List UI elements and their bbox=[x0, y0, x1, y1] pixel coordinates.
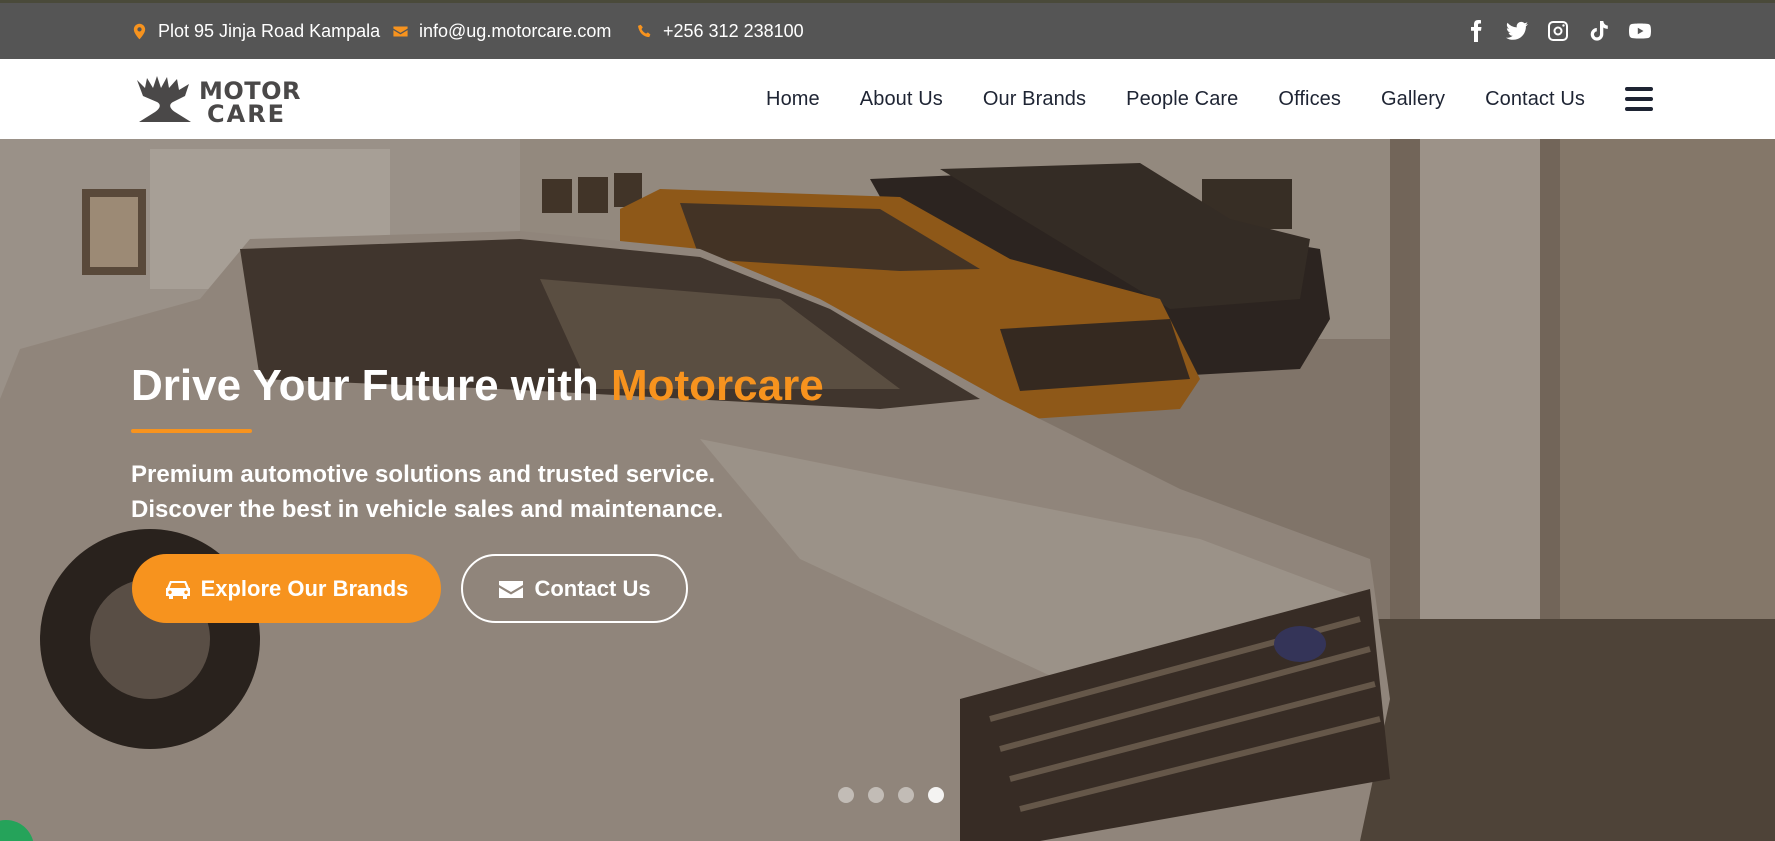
explore-brands-label: Explore Our Brands bbox=[200, 575, 409, 601]
phone-link[interactable]: +256 312 238100 bbox=[663, 21, 804, 42]
nav-about-us[interactable]: About Us bbox=[860, 88, 943, 111]
nav-contact-us[interactable]: Contact Us bbox=[1485, 88, 1585, 111]
nav-home[interactable]: Home bbox=[766, 88, 820, 111]
motorcare-logo[interactable]: MOTOR CARE bbox=[133, 74, 333, 126]
youtube-link[interactable] bbox=[1628, 19, 1652, 43]
slide-dot-3[interactable] bbox=[898, 787, 914, 803]
envelope-icon bbox=[499, 580, 524, 598]
primary-nav: Home About Us Our Brands People Care Off… bbox=[766, 59, 1585, 139]
hero-subtitle: Premium automotive solutions and trusted… bbox=[131, 457, 723, 527]
main-navbar: MOTOR CARE Home About Us Our Brands Peop… bbox=[0, 59, 1775, 139]
hero-title-accent: Motorcare bbox=[610, 361, 824, 410]
hero-slider: Drive Your Future with Motorcare Premium… bbox=[0, 139, 1775, 841]
hero-subtitle-line2: Discover the best in vehicle sales and m… bbox=[131, 496, 724, 523]
car-icon bbox=[165, 580, 190, 599]
title-underline bbox=[131, 429, 252, 433]
top-info-bar: Plot 95 Jinja Road Kampala info@ug.motor… bbox=[0, 0, 1775, 59]
logo-text-care: CARE bbox=[207, 100, 286, 126]
slide-dot-2[interactable] bbox=[868, 787, 884, 803]
social-links bbox=[1464, 3, 1652, 59]
facebook-link[interactable] bbox=[1464, 19, 1488, 43]
phone-info[interactable]: +256 312 238100 bbox=[636, 3, 804, 59]
explore-brands-button[interactable]: Explore Our Brands bbox=[132, 554, 441, 623]
nav-gallery[interactable]: Gallery bbox=[1381, 88, 1445, 111]
hero-title-prefix: Drive Your Future with bbox=[131, 361, 611, 410]
address-text: Plot 95 Jinja Road Kampala bbox=[158, 20, 381, 41]
envelope-icon bbox=[393, 26, 408, 36]
instagram-link[interactable] bbox=[1546, 19, 1570, 43]
instagram-icon bbox=[1548, 21, 1568, 41]
contact-us-label: Contact Us bbox=[534, 575, 651, 601]
slide-dot-1[interactable] bbox=[838, 787, 854, 803]
twitter-icon bbox=[1506, 21, 1528, 40]
youtube-icon bbox=[1629, 23, 1651, 39]
tiktok-link[interactable] bbox=[1587, 19, 1611, 43]
nav-our-brands[interactable]: Our Brands bbox=[983, 88, 1086, 111]
contact-us-button[interactable]: Contact Us bbox=[461, 554, 688, 623]
twitter-link[interactable] bbox=[1505, 19, 1529, 43]
email-link[interactable]: info@ug.motorcare.com bbox=[419, 21, 611, 42]
hero-subtitle-line1: Premium automotive solutions and trusted… bbox=[131, 461, 716, 488]
address-info: Plot 95 Jinja Road Kampala bbox=[131, 3, 380, 59]
tiktok-icon bbox=[1590, 21, 1608, 41]
map-marker-icon bbox=[133, 23, 146, 39]
nav-people-care[interactable]: People Care bbox=[1126, 88, 1238, 111]
facebook-icon bbox=[1471, 20, 1482, 42]
slider-dots bbox=[838, 787, 944, 803]
hamburger-menu-icon[interactable] bbox=[1625, 87, 1653, 111]
email-info[interactable]: info@ug.motorcare.com bbox=[392, 3, 611, 59]
phone-icon bbox=[637, 24, 651, 37]
slide-dot-4[interactable] bbox=[928, 787, 944, 803]
hero-title: Drive Your Future with Motorcare bbox=[131, 361, 824, 411]
nav-offices[interactable]: Offices bbox=[1278, 88, 1341, 111]
